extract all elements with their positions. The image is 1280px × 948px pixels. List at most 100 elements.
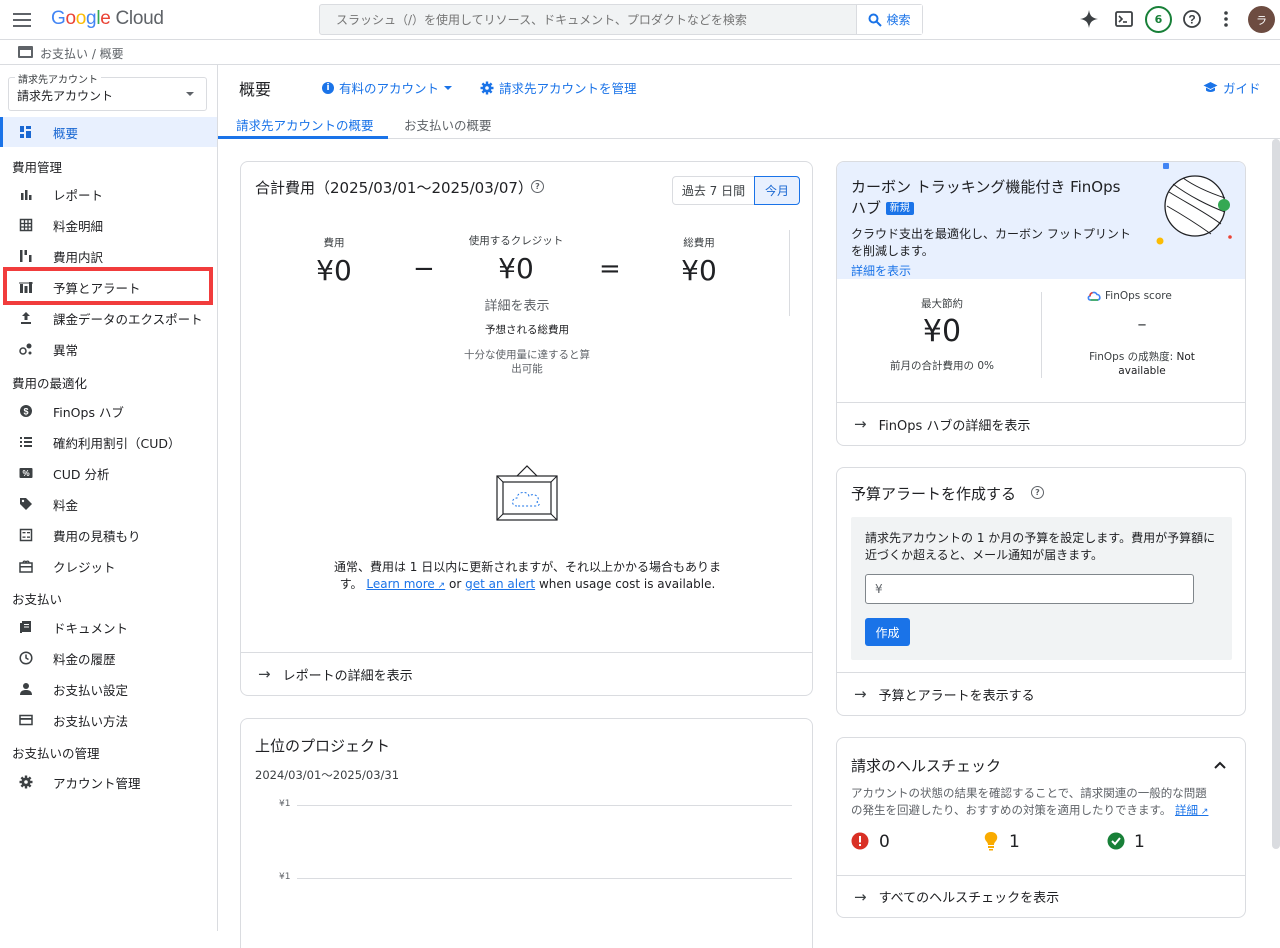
view-budgets-link[interactable]: → 予算とアラートを表示する [837, 672, 1245, 715]
sidebar-item-anomalies[interactable]: 異常 [0, 334, 217, 364]
learn-more-label: Learn more [366, 577, 435, 591]
sidebar-item-label: 料金の履歴 [53, 651, 116, 667]
learn-more-link[interactable]: Learn more ↗ [366, 577, 445, 591]
help-icon[interactable]: ? [1031, 486, 1044, 499]
create-budget-button[interactable]: 作成 [865, 618, 910, 646]
gemini-sparkle-icon[interactable] [1078, 8, 1100, 30]
sidebar-item-cud[interactable]: 確約利用割引（CUD） [0, 427, 217, 457]
arrow-forward-icon: → [854, 685, 867, 703]
more-vert-icon[interactable] [1215, 8, 1237, 30]
view-details-link[interactable]: 詳細を表示 [457, 295, 577, 314]
guide-label: ガイド [1223, 81, 1261, 96]
sidebar-item-cud-analysis[interactable]: % CUD 分析 [0, 458, 217, 488]
sidebar-section-billing-admin: お支払いの管理 [12, 746, 100, 761]
tag-icon [19, 497, 33, 511]
range-this-month-button[interactable]: 今月 [754, 176, 800, 205]
sidebar-item-label: 異常 [53, 342, 79, 358]
finops-details-footer-link[interactable]: → FinOps ハブの詳細を表示 [837, 402, 1245, 445]
cost-value: ¥0 [316, 254, 352, 287]
sidebar-item-documents[interactable]: ドキュメント [0, 612, 217, 642]
all-health-checks-label: すべてのヘルスチェックを表示 [878, 891, 1060, 906]
search-button[interactable]: 検索 [856, 5, 922, 34]
tab-payments-overview[interactable]: お支払いの概要 [404, 115, 492, 134]
guide-link[interactable]: ガイド [1203, 78, 1261, 97]
arrow-forward-icon: → [854, 887, 867, 906]
sidebar-item-overview[interactable]: 概要 [0, 117, 217, 147]
cloud-shell-icon[interactable] [1113, 8, 1135, 30]
main-content: 合計費用（2025/03/01〜2025/03/07） ? 過去 7 日間 今月… [218, 139, 1272, 948]
sidebar-item-billing-export[interactable]: 課金データのエクスポート [0, 303, 217, 333]
health-details-label: 詳細 [1175, 803, 1199, 817]
all-health-checks-link[interactable]: → すべてのヘルスチェックを表示 [837, 875, 1245, 917]
error-count: 0 [879, 832, 890, 852]
finops-desc-line2: を削減します。 [851, 244, 934, 258]
svg-text:?: ? [1188, 13, 1195, 27]
help-icon[interactable]: ? [531, 180, 544, 193]
health-desc-line1: アカウントの状態の結果を確認することで、請求関連の一般的な問題 [851, 786, 1207, 800]
budget-amount-input[interactable]: ¥ [865, 574, 1194, 604]
google-cloud-logo[interactable]: Google Cloud [51, 8, 164, 30]
tab-billing-account-overview[interactable]: 請求先アカウントの概要 [236, 115, 374, 134]
finops-maturity-value: Not [1176, 351, 1195, 363]
range-last-7-days-button[interactable]: 過去 7 日間 [672, 176, 755, 205]
sidebar-item-finops-hub[interactable]: $ FinOps ハブ [0, 396, 217, 426]
sidebar-item-label: お支払い設定 [53, 682, 129, 698]
manage-account-link[interactable]: 請求先アカウントを管理 [480, 78, 637, 97]
sidebar-item-history[interactable]: 料金の履歴 [0, 643, 217, 673]
dollar-circle-icon: $ [19, 404, 33, 418]
total-cost-card: 合計費用（2025/03/01〜2025/03/07） ? 過去 7 日間 今月… [240, 161, 813, 696]
get-an-alert-link[interactable]: get an alert [465, 577, 535, 591]
lightbulb-icon [984, 832, 998, 851]
sidebar-item-estimate[interactable]: 費用の見積もり [0, 520, 217, 550]
sidebar-item-label: アカウント管理 [53, 775, 141, 791]
forecast-label: 予想される総費用 [485, 324, 569, 336]
clock-icon [19, 651, 33, 665]
breadcrumb: お支払い / 概要 [40, 47, 124, 61]
sidebar-item-label: お支払い方法 [53, 713, 129, 729]
search-icon [868, 13, 883, 27]
account-avatar[interactable]: ラ [1248, 6, 1275, 33]
chevron-up-icon[interactable] [1213, 760, 1227, 770]
view-budgets-label: 予算とアラートを表示する [878, 688, 1035, 704]
person-icon [19, 682, 33, 696]
sidebar-item-label: CUD 分析 [53, 466, 110, 482]
total-cost-title: 合計費用（2025/03/01〜2025/03/07） [255, 179, 533, 197]
sidebar-item-label: 料金 [53, 497, 79, 513]
help-icon[interactable]: ? [1181, 8, 1203, 30]
sidebar-item-credits[interactable]: クレジット [0, 551, 217, 581]
health-details-link[interactable]: 詳細 ↗ [1175, 803, 1208, 817]
billing-account-select[interactable]: 請求先アカウント 請求先アカウント [8, 71, 207, 111]
sidebar-item-reports[interactable]: レポート [0, 179, 217, 209]
metric-divider [789, 230, 790, 316]
sidebar-item-account-management[interactable]: アカウント管理 [0, 767, 217, 797]
sidebar-item-label: ドキュメント [53, 620, 129, 636]
sidebar: 請求先アカウント 請求先アカウント 概要 費用管理 レポート 料金明細 費用内訳… [0, 65, 218, 931]
info-icon: i [322, 81, 334, 94]
new-badge: 新規 [885, 202, 914, 215]
document-icon [19, 620, 33, 634]
table-grid-icon [19, 218, 33, 232]
report-details-link[interactable]: → レポートの詳細を表示 [241, 652, 812, 695]
percent-icon: % [19, 466, 33, 480]
credits-value: ¥0 [498, 252, 534, 285]
main-menu-icon[interactable] [13, 13, 31, 27]
sidebar-item-invoice[interactable]: 料金明細 [0, 210, 217, 240]
svg-text:$: $ [23, 407, 28, 417]
sidebar-item-label: 確約利用割引（CUD） [53, 435, 181, 451]
search-input[interactable] [320, 5, 856, 34]
page-scrollbar[interactable] [1272, 139, 1280, 849]
notifications-badge[interactable]: 6 [1145, 6, 1172, 33]
globe-illustration [1156, 163, 1232, 245]
sidebar-item-payment-settings[interactable]: お支払い設定 [0, 674, 217, 704]
finops-divider [1041, 292, 1042, 378]
sidebar-item-pricing[interactable]: 料金 [0, 489, 217, 519]
sidebar-item-payment-method[interactable]: お支払い方法 [0, 705, 217, 735]
finops-score-label: FinOps score [1087, 290, 1207, 302]
error-icon [851, 832, 869, 850]
paid-account-dropdown[interactable]: i 有料のアカウント [322, 78, 453, 97]
finops-title: カーボン トラッキング機能付き FinOps ハブ 新規 [851, 177, 1120, 219]
empty-state-illustration [496, 465, 558, 521]
finops-details-link[interactable]: 詳細を表示 [851, 262, 911, 279]
calculator-icon [19, 528, 33, 542]
finops-score-text: FinOps score [1105, 290, 1172, 302]
